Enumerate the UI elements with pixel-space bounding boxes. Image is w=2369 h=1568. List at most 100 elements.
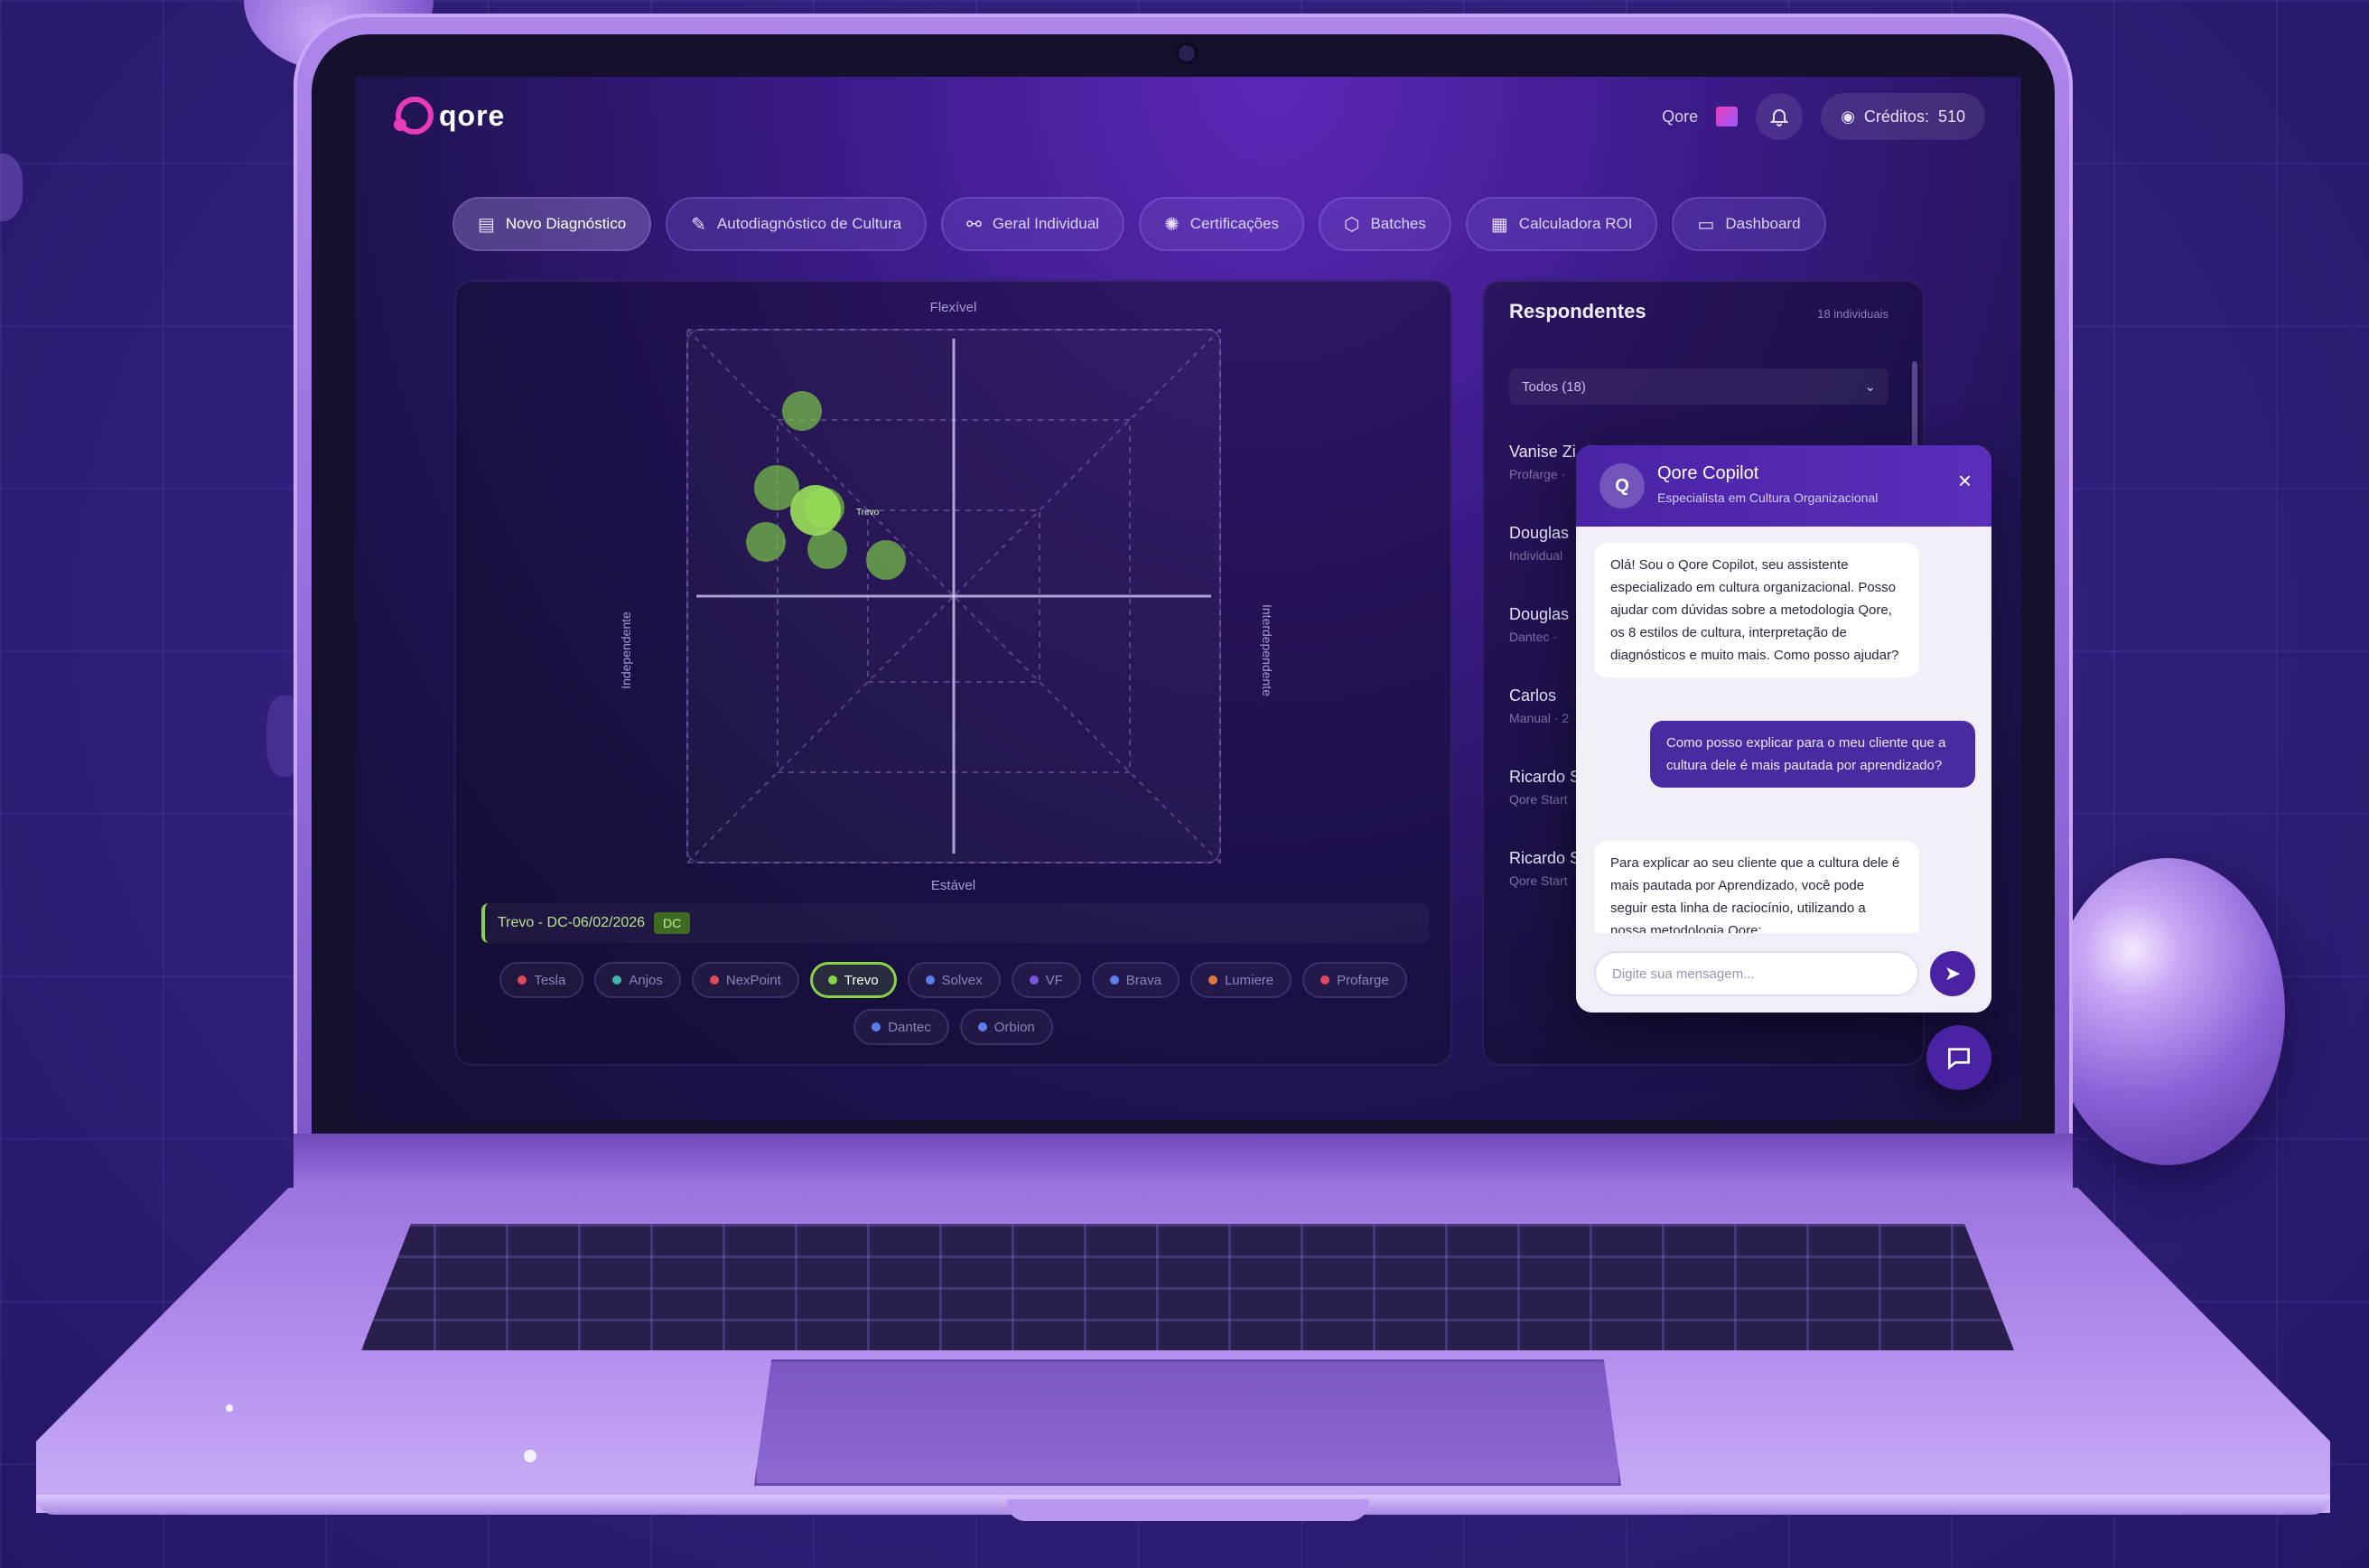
app-screen: qore Qore ◉ Créditos: 510 ▤ Novo Diagnóst… — [355, 77, 2021, 1120]
document-icon: ▤ — [478, 214, 495, 235]
respondents-filter-value: Todos (18) — [1522, 378, 1586, 395]
tab-label: Novo Diagnóstico — [505, 215, 627, 232]
chip-vf[interactable]: VF — [1011, 962, 1081, 998]
main-tabs: ▤ Novo Diagnóstico ✎ Autodiagnóstico de Cu… — [452, 197, 1826, 251]
certificate-icon: ✺ — [1163, 214, 1180, 235]
chip-label: Trevo — [844, 972, 879, 988]
respondents-filter-select[interactable]: Todos (18) ⌄ — [1509, 369, 1889, 405]
tab-geral-individual[interactable]: ⚯ Geral Individual — [941, 197, 1124, 251]
copilot-title: Qore Copilot — [1657, 463, 1759, 483]
selected-diagnostic-bar[interactable]: Trevo - DC-06/02/2026 DC — [481, 903, 1429, 943]
copilot-subtitle: Especialista em Cultura Organizacional — [1657, 490, 1879, 505]
chip-profarge[interactable]: Profarge — [1302, 962, 1407, 998]
copilot-header: Q Qore Copilot Especialista em Cultura O… — [1576, 445, 1991, 527]
tab-calculadora-roi[interactable]: ▦ Calculadora ROI — [1465, 197, 1658, 251]
copilot-avatar: Q — [1600, 463, 1645, 509]
color-dot — [518, 975, 527, 985]
color-dot — [872, 1022, 881, 1031]
credits-button[interactable]: ◉ Créditos: 510 — [1821, 93, 1985, 140]
webcam — [1179, 45, 1195, 61]
axis-label-left: Independente — [619, 611, 633, 689]
tab-novo-diagnostico[interactable]: ▤ Novo Diagnóstico — [452, 197, 652, 251]
chip-label: Lumiere — [1224, 972, 1274, 988]
color-dot — [1320, 975, 1330, 985]
chat-message-user: Como posso explicar para o meu cliente q… — [1650, 721, 1975, 788]
highlighted-point-label: Trevo — [856, 508, 880, 518]
package-icon: ⬡ — [1343, 214, 1360, 235]
chip-solvex[interactable]: Solvex — [907, 962, 1001, 998]
tab-certificacoes[interactable]: ✺ Certificações — [1138, 197, 1304, 251]
culture-point-highlighted[interactable] — [790, 485, 841, 536]
color-dot — [1208, 975, 1217, 985]
color-dot — [925, 975, 935, 985]
chip-orbion[interactable]: Orbion — [959, 1009, 1053, 1045]
chip-trevo[interactable]: Trevo — [809, 962, 897, 998]
credits-value: 510 — [1937, 107, 1965, 126]
color-dot — [709, 975, 719, 985]
tab-label: Geral Individual — [992, 215, 1099, 232]
tab-label: Certificações — [1189, 215, 1279, 232]
monitor-icon: ▭ — [1697, 214, 1715, 235]
color-dot — [827, 975, 837, 985]
chip-label: Brava — [1125, 972, 1161, 988]
chip-label: Tesla — [534, 972, 566, 988]
notifications-button[interactable] — [1756, 93, 1804, 140]
chip-label: Dantec — [888, 1019, 931, 1035]
user-badge-icon — [1716, 107, 1739, 126]
bell-icon — [1769, 109, 1789, 126]
copilot-chat-panel: Q Qore Copilot Especialista em Cultura O… — [1576, 445, 1991, 1013]
chip-label: Anjos — [629, 972, 663, 988]
calculator-icon: ▦ — [1490, 214, 1508, 235]
chat-message-input[interactable]: Digite sua mensagem... — [1594, 951, 1919, 996]
qore-logo[interactable]: qore — [394, 97, 506, 135]
credits-label: Créditos: — [1863, 107, 1929, 126]
user-name[interactable]: Qore — [1662, 107, 1698, 126]
laptop-hinge — [294, 1134, 2073, 1197]
chip-tesla[interactable]: Tesla — [499, 962, 584, 998]
chip-anjos[interactable]: Anjos — [594, 962, 681, 998]
culture-point[interactable] — [746, 522, 786, 562]
close-icon[interactable]: × — [1958, 467, 1972, 495]
tab-label: Autodiagnóstico de Cultura — [716, 215, 902, 232]
coin-icon: ◉ — [1841, 107, 1855, 126]
company-chips: Tesla Anjos NexPoint Trevo Solvex VF Bra… — [481, 962, 1425, 1045]
culture-chart: Trevo Flexível Estável Independente Inte… — [454, 280, 1452, 912]
color-dot — [1029, 975, 1039, 985]
axis-label-top: Flexível — [929, 300, 977, 315]
copilot-input-area: Digite sua mensagem... ➤ — [1576, 933, 1991, 1013]
color-dot — [977, 1022, 987, 1031]
culture-chart-card: Trevo Flexível Estável Independente Inte… — [454, 280, 1452, 1066]
top-bar: qore Qore ◉ Créditos: 510 — [355, 77, 2021, 158]
axis-label-right: Interdependente — [1260, 604, 1274, 696]
tab-label: Batches — [1370, 215, 1426, 232]
copilot-messages: Olá! Sou o Qore Copilot, seu assistente … — [1576, 527, 1991, 953]
chip-nexpoint[interactable]: NexPoint — [691, 962, 799, 998]
axis-label-bottom: Estável — [930, 878, 976, 893]
chat-message-bot: Olá! Sou o Qore Copilot, seu assistente … — [1594, 543, 1919, 677]
chip-label: NexPoint — [725, 972, 781, 988]
culture-point[interactable] — [866, 540, 906, 580]
culture-map-svg: Trevo — [686, 329, 1221, 863]
chip-label: Profarge — [1337, 972, 1389, 988]
chip-brava[interactable]: Brava — [1091, 962, 1180, 998]
chat-bubble-icon — [1948, 1048, 1970, 1070]
chat-toggle-button[interactable] — [1926, 1025, 1991, 1090]
sparkle — [226, 1405, 233, 1412]
tab-label: Dashboard — [1725, 215, 1801, 232]
tab-autodiagnostico[interactable]: ✎ Autodiagnóstico de Cultura — [666, 197, 928, 251]
laptop-trackpad — [754, 1359, 1621, 1486]
selected-diagnostic-text: Trevo - DC-06/02/2026 — [498, 915, 646, 930]
color-dot — [1109, 975, 1119, 985]
decorative-orb-right — [2050, 858, 2285, 1165]
send-icon: ➤ — [1944, 962, 1962, 985]
chip-lumiere[interactable]: Lumiere — [1189, 962, 1292, 998]
respondents-title: Respondentes — [1509, 300, 1646, 322]
tab-batches[interactable]: ⬡ Batches — [1318, 197, 1451, 251]
send-button[interactable]: ➤ — [1930, 951, 1975, 996]
logo-text: qore — [439, 98, 506, 132]
chip-dantec[interactable]: Dantec — [853, 1009, 949, 1045]
chip-label: VF — [1045, 972, 1063, 988]
tab-dashboard[interactable]: ▭ Dashboard — [1672, 197, 1826, 251]
culture-point[interactable] — [782, 391, 822, 431]
respondents-count: 18 individuais — [1817, 307, 1889, 321]
